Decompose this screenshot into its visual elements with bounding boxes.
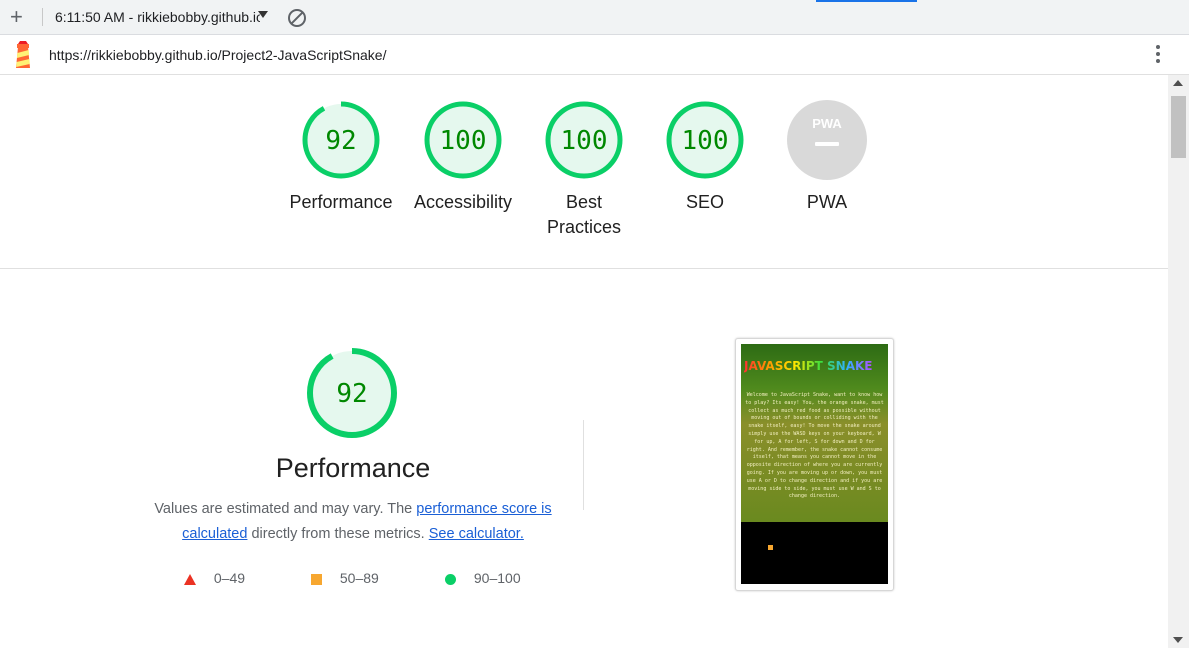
pwa-badge-text: PWA <box>812 116 842 131</box>
gauge-label: Performance <box>289 192 393 212</box>
gauge-value: 92 <box>325 126 356 156</box>
gauge-ring: 100 <box>666 101 744 179</box>
toolbar-separator <box>42 8 43 26</box>
page-screenshot: JAVASCRIPT SNAKE Welcome to JavaScript S… <box>741 344 888 584</box>
snake-segment <box>768 545 773 550</box>
gauge-ring: 92 <box>307 348 397 438</box>
description-text: Values are estimated and may vary. The <box>154 501 417 517</box>
gauge-value: 92 <box>336 379 367 409</box>
gauge-value: 100 <box>561 126 608 156</box>
screenshot-title: JAVASCRIPT SNAKE <box>744 359 873 373</box>
see-calculator-link[interactable]: See calculator. <box>429 526 524 542</box>
scroll-up-icon[interactable] <box>1173 80 1183 86</box>
performance-gauge-large: 92 <box>304 345 400 446</box>
lighthouse-icon <box>16 41 30 68</box>
performance-description: Values are estimated and may vary. The p… <box>150 497 556 547</box>
score-gauge-accessibility[interactable]: 100 Accessibility <box>408 100 518 215</box>
legend-pass: 90–100 <box>445 570 521 586</box>
gauge-ring: 100 <box>424 101 502 179</box>
performance-title: Performance <box>275 453 431 483</box>
score-gauge-performance[interactable]: 92 Performance <box>286 100 396 215</box>
section-divider <box>0 268 1168 269</box>
final-screenshot-thumbnail[interactable]: JAVASCRIPT SNAKE Welcome to JavaScript S… <box>735 338 894 591</box>
devtools-toolbar: + 6:11:50 AM - rikkiebobby.github.io <box>0 0 1189 35</box>
pwa-badge-icon: PWA <box>787 100 867 180</box>
square-icon <box>311 573 322 585</box>
legend-fail: 0–49 <box>184 570 245 586</box>
score-gauge-pwa[interactable]: PWA PWA <box>772 100 882 215</box>
chevron-down-icon[interactable] <box>258 11 268 18</box>
legend-label: 50–89 <box>339 570 379 586</box>
gauge-label: PWA <box>806 192 848 212</box>
gauge-ring: 100 <box>545 101 623 179</box>
legend-label: 0–49 <box>213 570 246 586</box>
score-gauge-best-practices[interactable]: 100 Best Practices <box>529 100 639 240</box>
gauge-value: 100 <box>682 126 729 156</box>
report-content: 92 Performance 100 Accessibility 100 Bes… <box>0 75 1168 648</box>
gauge-label: Accessibility <box>413 192 513 212</box>
circle-icon <box>445 573 456 585</box>
screenshot-body-text: Welcome to JavaScript Snake, want to kno… <box>745 392 884 500</box>
clear-icon[interactable] <box>288 9 306 27</box>
gauge-value: 100 <box>440 126 487 156</box>
gauge-label: Best Practices <box>546 192 622 237</box>
report-url-bar: https://rikkiebobby.github.io/Project2-J… <box>0 35 1189 75</box>
legend-label: 90–100 <box>473 570 521 586</box>
gauge-label: SEO <box>685 192 724 212</box>
report-select[interactable]: 6:11:50 AM - rikkiebobby.github.io <box>55 9 260 25</box>
report-url: https://rikkiebobby.github.io/Project2-J… <box>49 47 387 63</box>
more-options-icon[interactable] <box>1152 45 1164 67</box>
legend-average: 50–89 <box>311 570 379 586</box>
vertical-scrollbar[interactable] <box>1168 75 1189 648</box>
scroll-down-icon[interactable] <box>1173 637 1183 643</box>
scrollbar-thumb[interactable] <box>1171 96 1186 158</box>
vertical-divider <box>583 420 584 510</box>
game-canvas <box>741 522 888 584</box>
new-report-icon[interactable]: + <box>10 6 23 28</box>
score-gauge-seo[interactable]: 100 SEO <box>650 100 760 215</box>
gauge-ring: 92 <box>302 101 380 179</box>
description-text: directly from these metrics. <box>247 526 429 542</box>
triangle-icon <box>184 573 196 585</box>
active-tab-indicator <box>816 0 917 2</box>
